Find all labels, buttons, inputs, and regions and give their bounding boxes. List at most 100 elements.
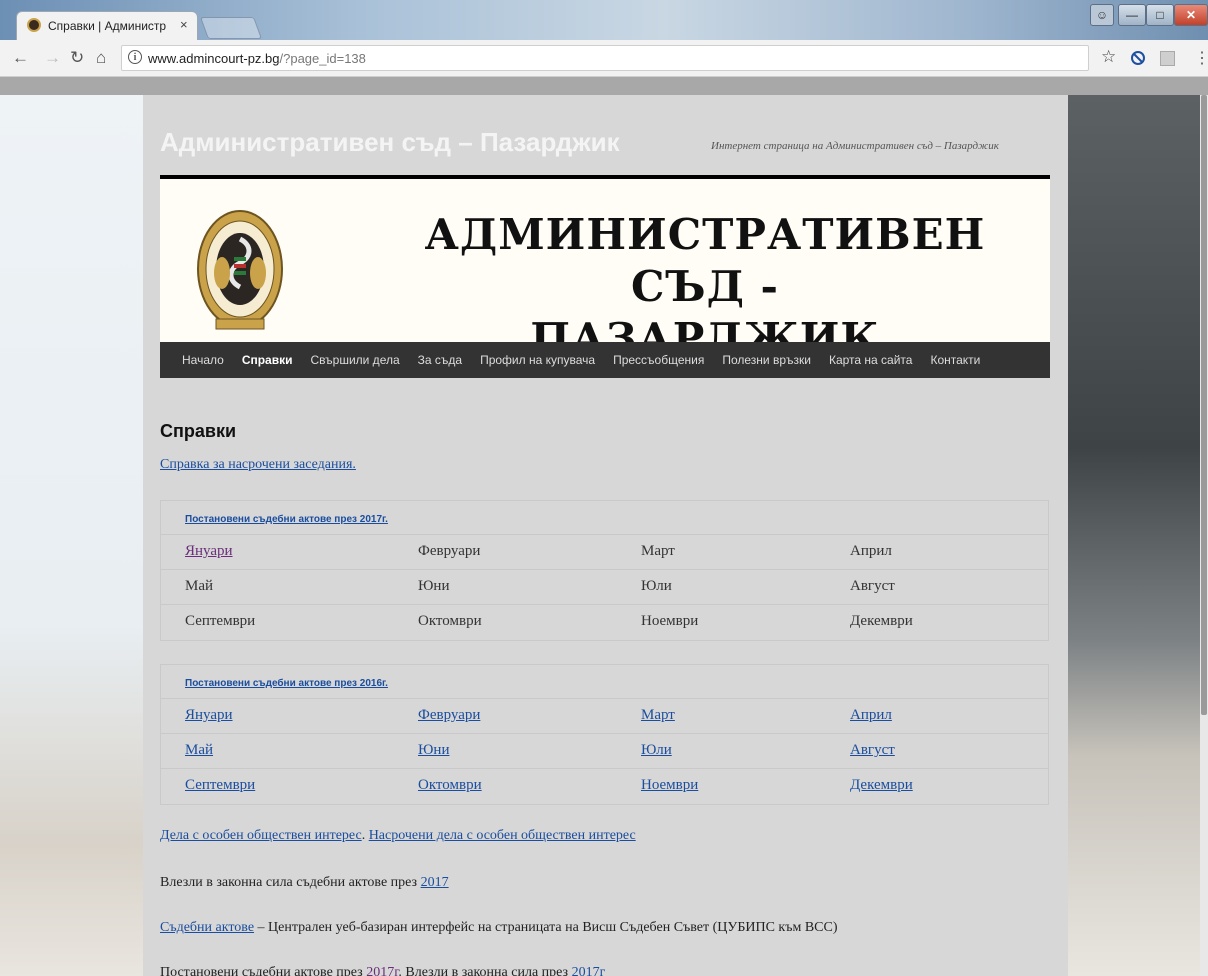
minimize-button[interactable]: — (1118, 4, 1146, 26)
table-row: Май Юни Юли Август (161, 570, 1048, 605)
top-band (0, 77, 1208, 95)
judicial-acts-line: Съдебни актове – Централен уеб-базиран и… (160, 920, 838, 936)
main-navigation: Начало Справки Свършили дела За съда Профил … (160, 342, 1050, 378)
month-link[interactable]: Януари (185, 543, 233, 560)
month-link[interactable]: Февруари (418, 707, 480, 724)
acts-table-2016: Постановени съдебни актове през 2016г. Я… (160, 664, 1049, 805)
month-cell: Юли (641, 578, 672, 594)
month-cell: Август (850, 578, 895, 594)
final-acts-year-link[interactable]: 2017 (421, 875, 449, 890)
content-area: Административен съд – Пазарджик Интернет… (143, 95, 1068, 976)
bottom-link-2017-final[interactable]: 2017г (572, 965, 606, 976)
hearings-link[interactable]: Справка за насрочени заседания. (160, 457, 356, 472)
month-link[interactable]: Март (641, 707, 675, 724)
month-link[interactable]: Май (185, 742, 213, 759)
star-icon[interactable]: ☆ (1101, 47, 1116, 67)
month-cell: Февруари (418, 543, 481, 559)
url-host: www.admincourt-pz.bg (148, 51, 280, 66)
table-caption: Постановени съдебни актове през 2017г. (161, 501, 1048, 535)
month-cell: Октомври (418, 613, 482, 629)
site-description: Интернет страница на Административен съд… (711, 140, 999, 152)
public-interest-link[interactable]: Дела с особен обществен интерес (160, 828, 362, 843)
month-cell: Ноември (641, 613, 699, 629)
nav-item-4[interactable]: За съда (418, 342, 471, 367)
month-link[interactable]: Април (850, 707, 892, 724)
extension-icon[interactable] (1160, 51, 1175, 66)
browser-toolbar: ← → ↻ ⌂ i www.admincourt-pz.bg/?page_id=… (0, 40, 1208, 77)
tab-title: Справки | Администрат (48, 19, 166, 33)
court-favicon-icon (27, 18, 41, 32)
url-path: /?page_id=138 (279, 51, 366, 66)
month-cell: Май (185, 578, 214, 594)
month-link[interactable]: Октомври (418, 777, 482, 794)
background-binders (1068, 95, 1208, 976)
block-icon[interactable] (1131, 51, 1145, 65)
month-link[interactable]: Септември (185, 777, 255, 794)
month-link[interactable]: Юли (641, 742, 672, 759)
scrollbar[interactable] (1200, 95, 1208, 976)
page-viewport: Административен съд – Пазарджик Интернет… (0, 77, 1208, 976)
close-window-button[interactable]: ✕ (1174, 4, 1208, 26)
reload-icon[interactable]: ↻ (70, 48, 84, 68)
caption-link-2017[interactable]: Постановени съдебни актове през 2017г. (185, 514, 388, 525)
nav-item-8[interactable]: Карта на сайта (829, 342, 922, 367)
month-cell: Септември (185, 613, 256, 629)
maximize-button[interactable]: □ (1146, 4, 1174, 26)
nav-list: Начало Справки Свършили дела За съда Профил … (160, 342, 1050, 367)
bottom-text-1: Постановени съдебни актове през (160, 965, 367, 976)
table-row: Май Юни Юли Август (161, 734, 1048, 769)
acts-table-2017: Постановени съдебни актове през 2017г. Я… (160, 500, 1049, 641)
tab-strip: Справки | Администрат × ☺ — □ ✕ (0, 0, 1208, 40)
address-bar[interactable]: i www.admincourt-pz.bg/?page_id=138 (121, 45, 1089, 71)
judicial-acts-link[interactable]: Съдебни актове (160, 920, 254, 935)
month-cell: Април (850, 543, 892, 559)
month-link[interactable]: Юни (418, 742, 449, 759)
page-title: Справки (160, 421, 237, 441)
month-cell: Март (641, 543, 675, 559)
forward-arrow-icon[interactable]: → (44, 48, 61, 68)
caption-link-2016[interactable]: Постановени съдебни актове през 2016г. (185, 678, 388, 689)
bottom-text-2: . Влезли в законна сила през (398, 965, 572, 976)
new-tab-button[interactable] (199, 17, 263, 39)
month-link[interactable]: Декември (850, 777, 913, 794)
table-caption: Постановени съдебни актове през 2016г. (161, 665, 1048, 699)
back-arrow-icon[interactable]: ← (12, 48, 29, 68)
tab-close-icon[interactable]: × (180, 17, 188, 32)
bottom-link-2017-acts[interactable]: 2017г (366, 965, 398, 976)
banner-line-1: АДМИНИСТРАТИВЕН СЪД - (424, 210, 986, 311)
final-acts-text: Влезли в законна сила съдебни актове пре… (160, 875, 421, 890)
table-row: Януари Февруари Март Април (161, 699, 1048, 734)
table-row: Септември Октомври Ноември Декември (161, 769, 1048, 804)
site-title[interactable]: Административен съд – Пазарджик (160, 127, 620, 158)
background-left (0, 95, 143, 976)
info-icon[interactable]: i (128, 50, 142, 64)
url-text: www.admincourt-pz.bg/?page_id=138 (148, 51, 366, 66)
month-cell: Юни (418, 578, 450, 594)
nav-item-7[interactable]: Полезни връзки (722, 342, 820, 367)
scheduled-public-interest-link[interactable]: Насрочени дела с особен обществен интере… (369, 828, 636, 843)
nav-item-1[interactable]: Начало (182, 342, 233, 367)
scroll-thumb[interactable] (1201, 95, 1207, 715)
nav-item-6[interactable]: Прессъобщения (613, 342, 713, 367)
court-seal-logo (197, 210, 283, 330)
header-banner[interactable]: АДМИНИСТРАТИВЕН СЪД - ПАЗАРДЖИК (160, 175, 1050, 363)
month-link[interactable]: Ноември (641, 777, 698, 794)
separator-text: . (361, 828, 369, 843)
menu-icon[interactable]: ⋮ (1194, 48, 1208, 68)
home-icon[interactable]: ⌂ (96, 48, 106, 68)
month-link[interactable]: Януари (185, 707, 233, 724)
public-interest-line: Дела с особен обществен интерес. Насроче… (160, 828, 636, 844)
table-row: Септември Октомври Ноември Декември (161, 605, 1048, 640)
judicial-acts-text: – Централен уеб-базиран интерфейс на стр… (254, 920, 838, 935)
nav-item-2[interactable]: Справки (242, 342, 302, 367)
profile-icon[interactable]: ☺ (1090, 4, 1114, 26)
browser-tab[interactable]: Справки | Администрат × (16, 11, 198, 40)
nav-item-9[interactable]: Контакти (930, 342, 989, 367)
hearings-line: Справка за насрочени заседания. (160, 457, 356, 473)
nav-item-5[interactable]: Профил на купувача (480, 342, 604, 367)
final-acts-line: Влезли в законна сила съдебни актове пре… (160, 875, 449, 891)
month-link[interactable]: Август (850, 742, 895, 759)
month-cell: Декември (850, 613, 913, 629)
nav-item-3[interactable]: Свършили дела (311, 342, 409, 367)
bottom-line: Постановени съдебни актове през 2017г. В… (160, 965, 605, 976)
